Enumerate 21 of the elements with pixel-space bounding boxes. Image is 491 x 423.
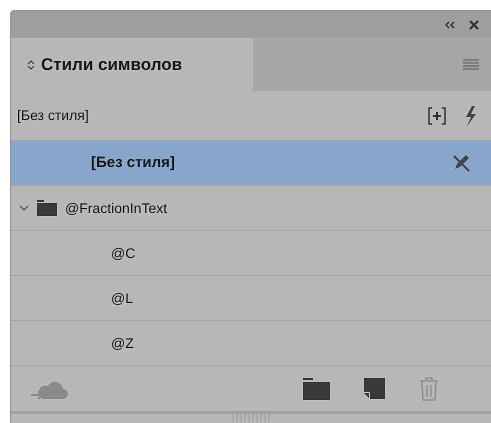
style-name: [Без стиля] bbox=[90, 152, 176, 173]
chevron-icon[interactable] bbox=[19, 204, 29, 212]
resize-grip-icon[interactable] bbox=[231, 414, 271, 422]
style-row[interactable]: [Без стиля] bbox=[11, 141, 491, 186]
pen-crossed-icon[interactable] bbox=[451, 153, 471, 173]
style-name: @Z bbox=[110, 334, 135, 352]
lightning-icon[interactable] bbox=[463, 106, 477, 126]
folder-icon[interactable] bbox=[303, 378, 330, 400]
folder-icon bbox=[37, 200, 57, 216]
group-name: @FractionInText bbox=[65, 198, 168, 218]
new-style-plus-icon[interactable] bbox=[427, 106, 447, 124]
panel-tab[interactable]: Стили символов bbox=[11, 38, 253, 91]
style-name: @L bbox=[110, 288, 134, 308]
close-icon[interactable] bbox=[469, 20, 479, 30]
up-down-icon bbox=[27, 58, 35, 70]
new-page-icon[interactable] bbox=[364, 378, 385, 399]
menu-icon[interactable] bbox=[463, 59, 479, 70]
current-style: [Без стиля] bbox=[17, 106, 90, 125]
collapse-icon[interactable] bbox=[445, 20, 455, 28]
style-name: @C bbox=[110, 244, 136, 262]
tab-label: Стили символов bbox=[41, 54, 182, 76]
